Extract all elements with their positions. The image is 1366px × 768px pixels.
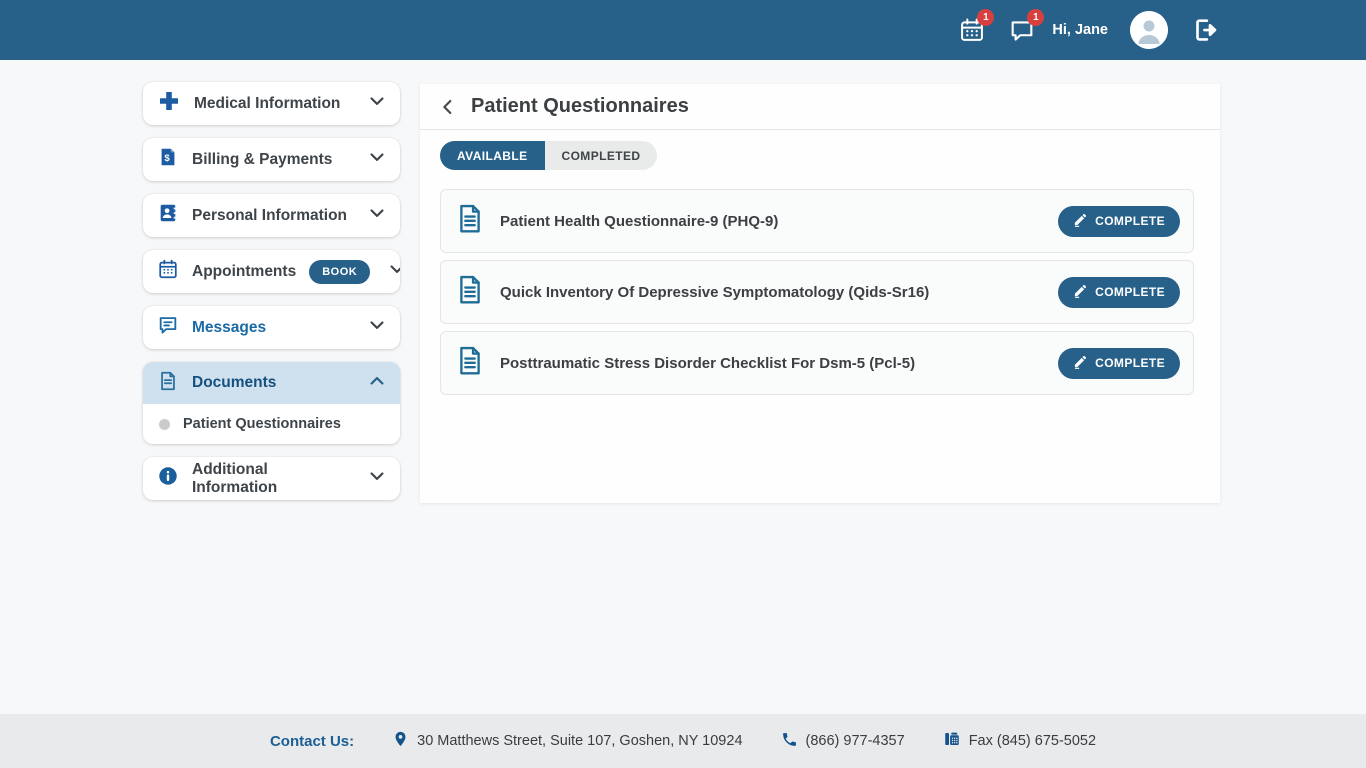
bullet-dot-icon [159,419,170,430]
billing-dollar-document-icon: $ [157,146,179,173]
footer-phone: (866) 977-4357 [781,731,905,752]
svg-text:$: $ [164,153,170,164]
sidebar-item-label: Messages [192,319,354,337]
sidebar-group-documents: Documents Patient Questionnaires [143,362,400,444]
sidebar-item-label: Documents [192,374,354,392]
fax-icon [943,730,961,752]
sidebar-item-medical-information[interactable]: Medical Information [143,82,400,125]
user-greeting: Hi, Jane [1052,22,1108,38]
questionnaire-row: Patient Health Questionnaire-9 (PHQ-9) C… [440,189,1194,253]
chevron-down-icon [367,203,387,228]
sidebar-item-billing-payments[interactable]: $ Billing & Payments [143,138,400,181]
main-panel: Patient Questionnaires AVAILABLE COMPLET… [420,84,1220,503]
messages-chat-icon [157,314,179,341]
top-header-bar: 1 1 Hi, Jane [0,0,1366,60]
sidebar-item-label: Personal Information [192,207,354,225]
calendar-notification-badge: 1 [977,9,994,26]
appointments-calendar-icon [157,258,179,285]
chevron-down-icon [367,147,387,172]
tab-completed[interactable]: COMPLETED [545,141,658,170]
location-pin-icon [392,729,409,753]
tab-available[interactable]: AVAILABLE [440,141,545,170]
questionnaire-title: Patient Health Questionnaire-9 (PHQ-9) [500,213,1043,230]
complete-button[interactable]: COMPLETE [1058,206,1180,237]
page-title: Patient Questionnaires [471,95,689,118]
logout-button[interactable] [1190,15,1220,45]
chevron-up-icon [367,371,387,396]
chevron-down-icon [367,466,387,491]
complete-button[interactable]: COMPLETE [1058,348,1180,379]
footer: Contact Us: 30 Matthews Street, Suite 10… [0,714,1366,768]
sidebar-item-messages[interactable]: Messages [143,306,400,349]
complete-button-label: COMPLETE [1095,214,1165,228]
sidebar: Medical Information $ Billing & Payments [143,82,400,500]
documents-file-icon [157,370,179,397]
sidebar-item-label: Appointments [192,263,296,281]
chevron-down-icon [367,91,387,116]
header-messages-button[interactable]: 1 [1008,16,1036,44]
file-document-icon [455,203,485,240]
file-document-icon [455,274,485,311]
pencil-icon [1073,212,1088,230]
sidebar-item-appointments[interactable]: Appointments BOOK [143,250,400,293]
footer-fax-text: Fax (845) 675-5052 [969,733,1096,749]
questionnaire-row: Quick Inventory Of Depressive Symptomato… [440,260,1194,324]
sidebar-item-additional-information[interactable]: Additional Information [143,457,400,500]
complete-button-label: COMPLETE [1095,356,1165,370]
chevron-down-icon [387,259,400,284]
sidebar-subitem-patient-questionnaires[interactable]: Patient Questionnaires [143,404,400,444]
medical-plus-icon [157,89,181,118]
sidebar-subitem-label: Patient Questionnaires [183,416,341,432]
book-appointment-button[interactable]: BOOK [309,260,370,284]
chat-bubble-icon [1008,31,1036,48]
pencil-icon [1073,283,1088,301]
pencil-icon [1073,354,1088,372]
main-panel-header: Patient Questionnaires [420,84,1220,130]
footer-address-text: 30 Matthews Street, Suite 107, Goshen, N… [417,733,742,749]
chevron-down-icon [367,315,387,340]
sidebar-item-label: Medical Information [194,95,354,113]
contact-us-label: Contact Us: [270,733,354,750]
footer-fax: Fax (845) 675-5052 [943,730,1096,752]
sidebar-item-personal-information[interactable]: Personal Information [143,194,400,237]
complete-button[interactable]: COMPLETE [1058,277,1180,308]
chat-notification-badge: 1 [1027,9,1044,26]
questionnaire-row: Posttraumatic Stress Disorder Checklist … [440,331,1194,395]
back-button[interactable] [437,96,459,118]
sidebar-item-label: Additional Information [192,461,354,497]
sidebar-item-documents[interactable]: Documents [143,362,400,404]
info-icon [157,465,179,492]
complete-button-label: COMPLETE [1095,285,1165,299]
footer-address: 30 Matthews Street, Suite 107, Goshen, N… [392,729,742,753]
phone-icon [781,731,798,752]
footer-phone-text: (866) 977-4357 [806,733,905,749]
questionnaire-title: Posttraumatic Stress Disorder Checklist … [500,355,1043,372]
file-document-icon [455,345,485,382]
calendar-icon [958,31,986,48]
questionnaire-list: Patient Health Questionnaire-9 (PHQ-9) C… [420,170,1220,395]
sidebar-item-label: Billing & Payments [192,151,354,169]
tab-group: AVAILABLE COMPLETED [440,141,657,170]
questionnaire-title: Quick Inventory Of Depressive Symptomato… [500,284,1043,301]
id-card-icon [157,202,179,229]
header-calendar-button[interactable]: 1 [958,16,986,44]
avatar[interactable] [1130,11,1168,49]
